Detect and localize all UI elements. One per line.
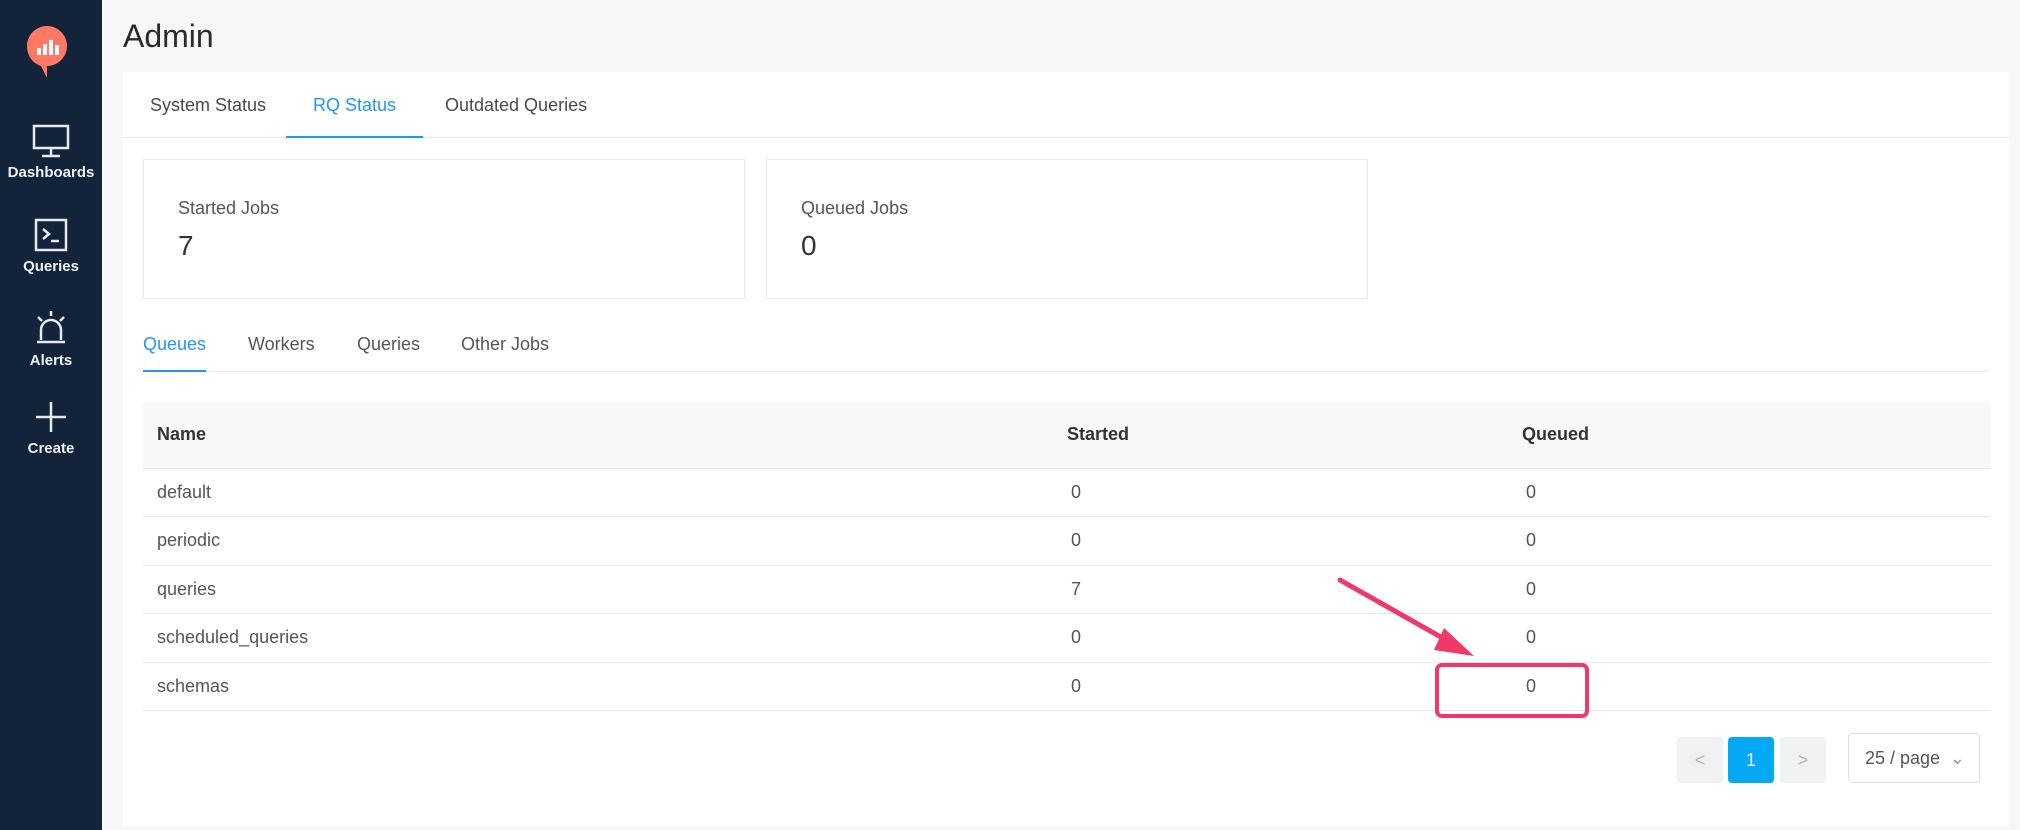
admin-tabs: System Status RQ Status Outdated Queries (123, 72, 2009, 138)
queue-name-cell: periodic (143, 516, 1053, 566)
queue-name-cell: scheduled_queries (143, 613, 1053, 663)
tab-outdated-queries[interactable]: Outdated Queries (418, 72, 614, 138)
started-jobs-card: Started Jobs 7 (143, 159, 745, 299)
sidebar-item-label: Queries (23, 258, 79, 275)
started-cell: 7 (1053, 565, 1508, 614)
page-title: Admin (123, 18, 214, 54)
tab-queues[interactable]: Queues (143, 320, 207, 372)
stat-value: 7 (178, 230, 194, 261)
queued-cell: 0 (1508, 468, 1990, 517)
app-logo-icon[interactable] (27, 26, 67, 80)
table-header-row: Name Started Queued (143, 402, 1990, 469)
pagination-prev-button[interactable]: < (1677, 737, 1723, 783)
table-row: scheduled_queries 0 0 (143, 613, 1990, 663)
admin-panel: System Status RQ Status Outdated Queries… (123, 72, 2009, 826)
sidebar-item-label: Alerts (29, 352, 73, 369)
table-row: periodic 0 0 (143, 516, 1990, 566)
started-cell: 0 (1053, 516, 1508, 566)
table-row: default 0 0 (143, 468, 1990, 517)
terminal-icon (34, 218, 68, 252)
column-header-name[interactable]: Name (143, 402, 1053, 469)
table-row: schemas 0 0 (143, 662, 1990, 711)
sidebar-item-dashboards[interactable]: Dashboards (0, 124, 102, 181)
started-cell: 0 (1053, 613, 1508, 663)
alarm-icon (37, 311, 65, 344)
sidebar-item-label: Create (27, 440, 75, 457)
rq-sub-tabs: Queues Workers Queries Other Jobs (143, 320, 1988, 372)
started-cell: 0 (1053, 468, 1508, 517)
queue-name-cell: queries (143, 565, 1053, 614)
tab-rq-status[interactable]: RQ Status (286, 72, 424, 138)
queue-name-cell: schemas (143, 662, 1053, 711)
queued-cell: 0 (1508, 565, 1990, 614)
sidebar-item-create[interactable]: Create (0, 400, 102, 457)
pagination-page-1[interactable]: 1 (1728, 737, 1774, 783)
stat-value: 0 (801, 230, 817, 261)
chevron-down-icon: ⌄ (1949, 748, 1965, 768)
queued-jobs-card: Queued Jobs 0 (766, 159, 1368, 299)
tab-other-jobs[interactable]: Other Jobs (461, 320, 549, 372)
queued-cell: 0 (1508, 516, 1990, 566)
queued-cell: 0 (1508, 613, 1990, 663)
queues-table: Name Started Queued default 0 0 periodic… (143, 402, 1990, 711)
tab-system-status[interactable]: System Status (123, 72, 293, 138)
sidebar-item-label: Dashboards (7, 164, 95, 181)
table-row: queries 7 0 (143, 565, 1990, 614)
tab-workers[interactable]: Workers (248, 320, 315, 372)
stat-title: Started Jobs (178, 198, 280, 218)
stat-title: Queued Jobs (801, 198, 909, 218)
plus-icon (36, 402, 66, 432)
monitor-icon (32, 124, 70, 158)
page-size-value: 25 / page (1865, 748, 1941, 768)
tab-queries[interactable]: Queries (357, 320, 420, 372)
queued-cell: 0 (1508, 662, 1990, 711)
column-header-queued[interactable]: Queued (1508, 402, 1990, 469)
started-cell: 0 (1053, 662, 1508, 711)
column-header-started[interactable]: Started (1053, 402, 1508, 469)
pagination-next-button[interactable]: > (1780, 737, 1826, 783)
sidebar-item-alerts[interactable]: Alerts (0, 310, 102, 369)
sidebar: Dashboards Queries Alerts Create (0, 0, 102, 830)
queue-name-cell: default (143, 468, 1053, 517)
page-size-select[interactable]: 25 / page ⌄ (1848, 733, 1980, 783)
sidebar-item-queries[interactable]: Queries (0, 218, 102, 275)
